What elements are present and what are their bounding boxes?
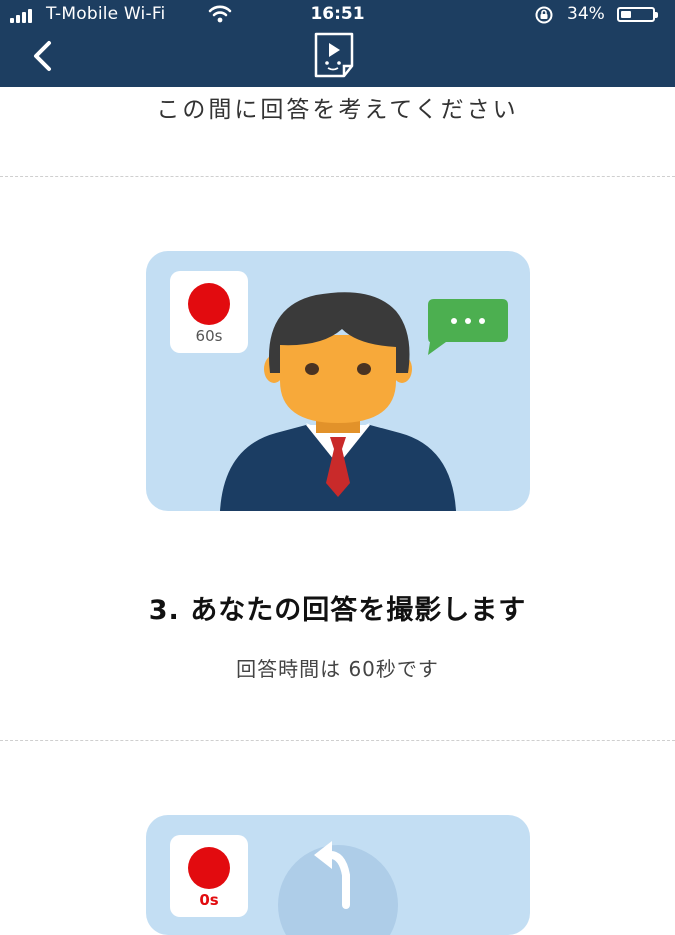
battery-level-fill xyxy=(621,11,631,18)
divider xyxy=(0,740,675,741)
chat-bubble-icon xyxy=(428,299,508,355)
battery-icon xyxy=(617,7,658,22)
record-timer-badge: 0s xyxy=(170,835,248,917)
step4-illustration: 0s xyxy=(146,815,530,935)
app-logo xyxy=(312,32,364,84)
status-bar: T-Mobile Wi-Fi 16:51 34% xyxy=(0,0,675,30)
record-dot-icon xyxy=(188,847,230,889)
chevron-left-icon xyxy=(34,41,51,71)
record-timer-label: 60s xyxy=(195,327,223,345)
prompt-text: この間に回答を考えてください xyxy=(156,97,519,123)
step3-title: 3. あなたの回答を撮影します xyxy=(148,595,527,626)
top-bar: T-Mobile Wi-Fi 16:51 34% xyxy=(0,0,675,87)
record-dot-icon xyxy=(188,283,230,325)
divider xyxy=(0,176,675,177)
video-document-logo-icon xyxy=(314,32,354,78)
step3-illustration: 60s xyxy=(146,251,530,511)
record-timer-label: 0s xyxy=(199,891,219,909)
battery-percent: 34% xyxy=(567,4,605,24)
rotation-lock-icon xyxy=(534,6,554,29)
record-timer-badge: 60s xyxy=(170,271,248,353)
back-button[interactable] xyxy=(30,40,54,76)
step3-subtitle: 回答時間は 60秒です xyxy=(236,657,439,681)
